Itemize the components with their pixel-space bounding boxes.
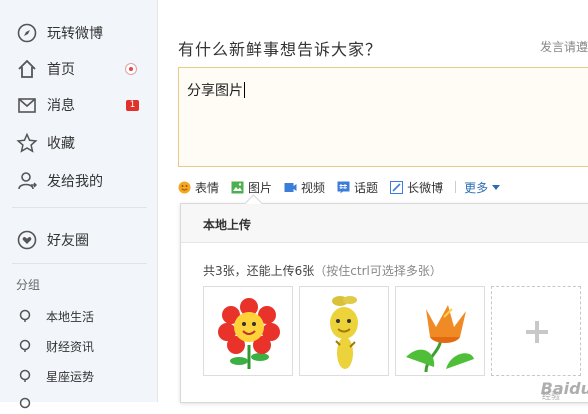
composer-area: 有什么新鲜事想告诉大家？ 发言请遵 分享图片 表情 图片 视频 话题 长微博 更… [158,0,588,403]
text-caret [244,82,245,98]
add-image-button[interactable] [491,286,581,376]
sidebar-item-label: 收藏 [47,136,75,152]
long-post-label: 长微博 [407,180,444,195]
sidebar-item-sent-to-me[interactable]: 发给我的 [16,168,103,194]
thumbnail-list [203,286,587,376]
sidebar-item-label: 玩转微博 [47,26,103,42]
sidebar-item-label: 首页 [47,62,75,78]
group-item-label: 本地生活 [46,309,95,324]
image-thumbnail[interactable] [395,286,485,376]
composer-toolbar: 表情 图片 视频 话题 长微博 更多 [178,178,501,196]
post-text-value: 分享图片 [187,82,245,99]
image-label: 图片 [248,180,273,195]
sidebar-item-home[interactable]: 首页 [16,56,146,82]
more-dropdown[interactable]: 更多 [464,179,501,196]
sidebar-item-label: 好友圈 [47,233,89,249]
sidebar-item-messages[interactable]: 消息 1 [16,92,146,118]
plus-icon [526,321,548,343]
group-item-label: 星座运势 [46,369,95,384]
topic-label: 话题 [354,180,379,195]
orange-tulip-icon [406,305,474,373]
home-icon [18,59,36,78]
upload-panel: 本地上传 共3张，还能上传6张（按住ctrl可选择多张） Baidu 经验 [180,194,588,403]
red-flower-icon [218,298,280,369]
emoji-button[interactable]: 表情 [178,179,219,196]
group-section-title: 分组 [16,278,41,292]
image-button[interactable]: 图片 [231,179,272,196]
sidebar: 玩转微博 首页 消息 1 收藏 发给我的 好友圈 分组 本地生活 财经资讯 星座… [0,0,158,409]
image-thumbnail[interactable] [203,286,293,376]
image-icon [231,181,244,193]
upload-count: 共3张，还能上传6张（按住ctrl可选择多张） [203,262,442,279]
video-label: 视频 [301,180,326,195]
group-item-finance[interactable]: 财经资讯 [18,336,94,356]
long-post-icon [390,180,404,194]
image-thumbnail[interactable] [299,286,389,376]
smiley-icon [178,181,191,193]
group-item-horoscope[interactable]: 星座运势 [18,366,94,386]
message-icon [18,98,36,113]
video-icon [284,182,297,192]
group-item-partial[interactable] [18,394,46,414]
location-pin-icon [19,339,31,352]
upload-hint-text: （按住ctrl可选择多张） [314,264,442,278]
baidu-watermark-sub: 经验 [541,392,560,402]
person-share-icon [18,172,37,190]
emoji-label: 表情 [195,180,220,195]
long-post-button[interactable]: 长微博 [390,179,443,196]
upload-panel-title: 本地上传 [203,218,252,232]
location-pin-icon [19,369,31,382]
divider [12,263,147,264]
group-item-label: 财经资讯 [46,339,95,354]
composer-prompt: 有什么新鲜事想告诉大家？ [178,40,383,59]
unread-dot [125,63,137,75]
sidebar-item-label: 发给我的 [47,174,103,190]
more-label: 更多 [464,180,489,195]
video-button[interactable]: 视频 [284,179,325,196]
sidebar-item-explore[interactable]: 玩转微博 [16,20,103,46]
heart-circle-icon [17,230,37,250]
post-textarea[interactable]: 分享图片 [178,67,588,167]
topic-button[interactable]: 话题 [337,179,378,196]
sidebar-item-friends-circle[interactable]: 好友圈 [16,227,89,253]
location-pin-icon [19,397,31,409]
message-count-badge: 1 [126,99,139,111]
topic-icon [337,181,350,193]
sidebar-item-label: 消息 [47,98,75,114]
posting-rules-link[interactable]: 发言请遵 [540,38,588,55]
yellow-sprout-icon [330,296,358,369]
star-icon [16,132,38,153]
group-item-local-life[interactable]: 本地生活 [18,306,94,326]
upload-panel-header: 本地上传 [181,204,588,243]
toolbar-divider [455,181,457,193]
chevron-down-icon [492,184,501,190]
upload-count-text: 共3张，还能上传6张 [203,264,315,278]
compass-icon [17,23,37,43]
divider [12,207,147,208]
sidebar-item-favorites[interactable]: 收藏 [16,130,75,156]
location-pin-icon [19,309,31,322]
